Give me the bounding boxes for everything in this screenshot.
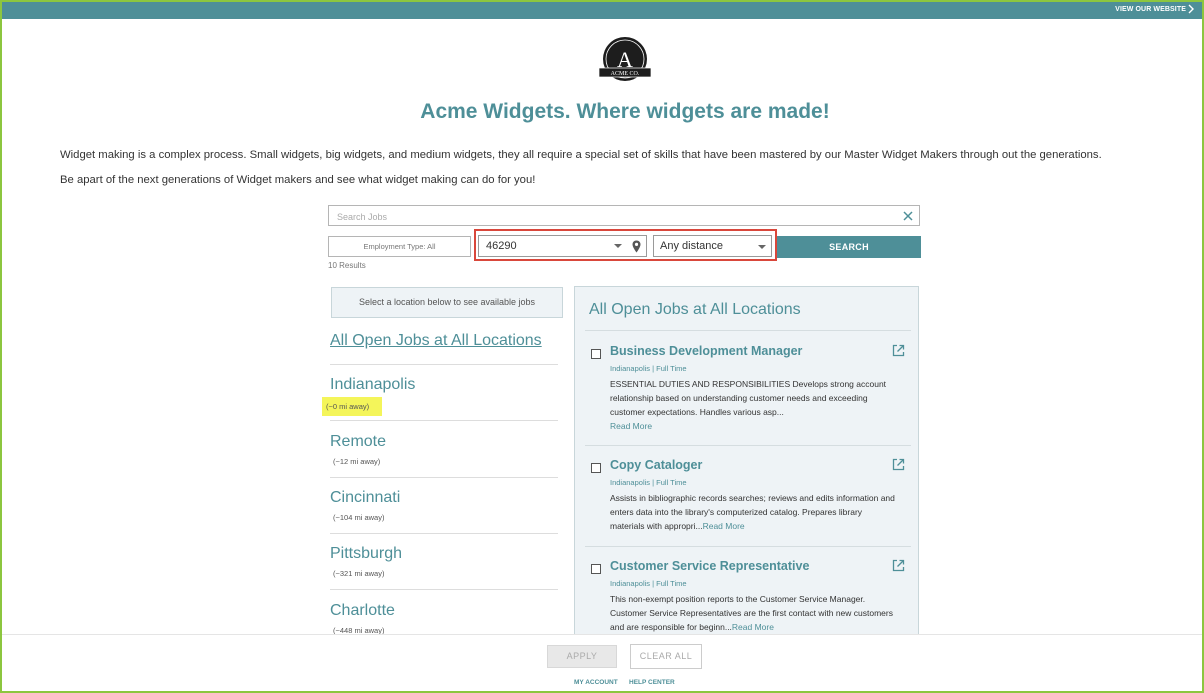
footer-bar: APPLY CLEAR ALL MY ACCOUNT HELP CENTER: [2, 634, 1202, 691]
external-link-icon[interactable]: [892, 344, 905, 357]
job-description: This non-exempt position reports to the …: [610, 594, 893, 632]
location-distance: (~0 mi away): [322, 397, 383, 416]
chevron-down-icon[interactable]: [758, 245, 766, 249]
job-card: Business Development Manager Indianapoli…: [585, 344, 911, 444]
clear-all-button[interactable]: CLEAR ALL: [630, 644, 702, 669]
job-checkbox[interactable]: [591, 349, 601, 359]
location-item-charlotte[interactable]: Charlotte (~448 mi away): [330, 602, 558, 638]
external-link-icon[interactable]: [892, 559, 905, 572]
intro-paragraph-1: Widget making is a complex process. Smal…: [60, 149, 1102, 161]
location-distance: (~12 mi away): [333, 457, 381, 466]
location-item-indianapolis[interactable]: Indianapolis (~0 mi away): [322, 376, 558, 416]
divider: [330, 533, 558, 534]
read-more-link[interactable]: Read More: [732, 622, 774, 632]
apply-button[interactable]: APPLY: [547, 645, 617, 668]
jobs-panel: All Open Jobs at All Locations Business …: [574, 286, 919, 646]
close-icon[interactable]: [902, 210, 914, 222]
job-meta: Indianapolis | Full Time: [610, 364, 687, 373]
zip-code-input[interactable]: 46290: [478, 235, 647, 257]
location-item-remote[interactable]: Remote (~12 mi away): [330, 433, 558, 469]
divider: [585, 445, 911, 446]
chevron-down-icon[interactable]: [614, 244, 622, 248]
location-distance: (~104 mi away): [333, 513, 385, 522]
job-description: ESSENTIAL DUTIES AND RESPONSIBILITIES De…: [610, 379, 887, 431]
read-more-link[interactable]: Read More: [610, 421, 652, 431]
location-name: Indianapolis: [330, 376, 416, 393]
location-item-pittsburgh[interactable]: Pittsburgh (~321 mi away): [330, 545, 558, 581]
job-card: Copy Cataloger Indianapolis | Full Time …: [585, 458, 911, 548]
acme-logo: A ACME CO.: [598, 37, 652, 81]
distance-select[interactable]: Any distance: [653, 235, 772, 257]
job-title-link[interactable]: Copy Cataloger: [610, 458, 702, 472]
location-distance: (~321 mi away): [333, 569, 385, 578]
help-center-link[interactable]: HELP CENTER: [629, 679, 675, 686]
location-hint: Select a location below to see available…: [331, 287, 563, 318]
distance-value: Any distance: [660, 240, 723, 252]
chevron-right-icon[interactable]: [1186, 2, 1196, 16]
view-website-link[interactable]: VIEW OUR WEBSITE: [1115, 6, 1186, 13]
location-item-cincinnati[interactable]: Cincinnati (~104 mi away): [330, 489, 558, 525]
divider: [585, 330, 911, 331]
job-title-link[interactable]: Customer Service Representative: [610, 559, 809, 573]
location-name: Cincinnati: [330, 489, 401, 506]
location-pin-icon[interactable]: [632, 240, 641, 253]
page-title: Acme Widgets. Where widgets are made!: [420, 100, 830, 123]
all-locations-link[interactable]: All Open Jobs at All Locations: [330, 332, 542, 350]
location-name: Remote: [330, 433, 387, 450]
divider: [585, 546, 911, 547]
divider: [330, 364, 558, 365]
divider: [330, 420, 558, 421]
zip-code-value: 46290: [486, 240, 517, 252]
job-meta: Indianapolis | Full Time: [610, 478, 687, 487]
job-description: Assists in bibliographic records searche…: [610, 493, 895, 531]
job-checkbox[interactable]: [591, 463, 601, 473]
employment-type-select[interactable]: Employment Type: All: [328, 236, 471, 257]
jobs-heading: All Open Jobs at All Locations: [589, 301, 801, 318]
divider: [330, 477, 558, 478]
job-meta: Indianapolis | Full Time: [610, 579, 687, 588]
page-frame: VIEW OUR WEBSITE A ACME CO. Acme Widgets…: [0, 0, 1204, 693]
job-search-field[interactable]: [328, 205, 920, 227]
read-more-link[interactable]: Read More: [703, 521, 745, 531]
job-checkbox[interactable]: [591, 564, 601, 574]
job-title-link[interactable]: Business Development Manager: [610, 344, 802, 358]
svg-text:ACME CO.: ACME CO.: [611, 71, 640, 77]
search-input[interactable]: [335, 207, 879, 227]
divider: [330, 589, 558, 590]
my-account-link[interactable]: MY ACCOUNT: [574, 679, 618, 686]
external-link-icon[interactable]: [892, 458, 905, 471]
top-bar: VIEW OUR WEBSITE: [2, 2, 1202, 19]
intro-paragraph-2: Be apart of the next generations of Widg…: [60, 174, 536, 186]
job-card: Customer Service Representative Indianap…: [585, 559, 911, 645]
search-button[interactable]: SEARCH: [777, 236, 921, 258]
location-name: Charlotte: [330, 602, 395, 619]
location-name: Pittsburgh: [330, 545, 403, 562]
results-count: 10 Results: [328, 261, 366, 270]
